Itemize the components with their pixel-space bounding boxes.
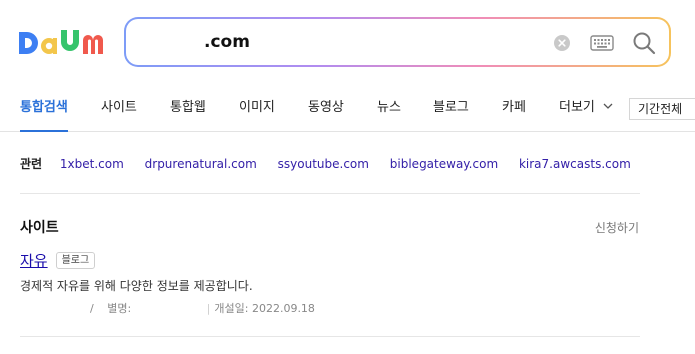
tab-blog[interactable]: 블로그 xyxy=(433,84,469,131)
related-searches: 관련 1xbet.com drpurenatural.com ssyoutube… xyxy=(20,155,648,173)
related-label: 관련 xyxy=(20,157,43,171)
opened-date: 개설일: 2022.09.18 xyxy=(214,302,315,315)
tab-image[interactable]: 이미지 xyxy=(239,84,275,131)
tab-more[interactable]: 더보기 xyxy=(559,84,613,131)
tab-integrated[interactable]: 통합검색 xyxy=(20,84,68,132)
search-icon[interactable] xyxy=(632,31,656,55)
clear-circle-icon[interactable] xyxy=(554,35,570,51)
related-link[interactable]: ssyoutube.com xyxy=(278,157,369,171)
alias-label: 별명: xyxy=(107,302,132,315)
result-title-row: 자유 블로그 xyxy=(20,250,96,270)
search-input[interactable] xyxy=(138,19,538,65)
meta-slash: / xyxy=(90,302,94,315)
result-description: 경제적 자유를 위해 다양한 정보를 제공합니다. xyxy=(20,279,253,293)
result-meta: / 별명: | 개설일: 2022.09.18 xyxy=(20,300,315,316)
search-box-inner xyxy=(126,19,669,65)
keyboard-icon[interactable] xyxy=(590,34,614,52)
related-link[interactable]: 1xbet.com xyxy=(60,157,124,171)
apply-link[interactable]: 신청하기 xyxy=(595,219,639,236)
tab-more-label: 더보기 xyxy=(559,100,595,115)
tab-video[interactable]: 동영상 xyxy=(308,84,344,131)
related-link[interactable]: drpurenatural.com xyxy=(145,157,257,171)
daum-logo[interactable] xyxy=(19,28,105,58)
tab-news[interactable]: 뉴스 xyxy=(377,84,401,131)
section-title-site: 사이트 xyxy=(20,220,59,236)
divider xyxy=(20,193,640,194)
meta-separator: | xyxy=(206,302,211,315)
period-select[interactable]: 기간전체 xyxy=(629,98,695,120)
result-title-link[interactable]: 자유 xyxy=(20,252,48,270)
related-link[interactable]: biblegateway.com xyxy=(390,157,498,171)
tab-web[interactable]: 통합웹 xyxy=(170,84,206,131)
blog-badge: 블로그 xyxy=(55,252,96,269)
divider xyxy=(20,336,640,337)
related-link[interactable]: kira7.awcasts.com xyxy=(519,157,631,171)
tab-site[interactable]: 사이트 xyxy=(101,84,137,131)
search-tabs: 통합검색 사이트 통합웹 이미지 동영상 뉴스 블로그 카페 더보기 기간전체 xyxy=(0,84,695,132)
search-box xyxy=(124,17,671,67)
chevron-down-icon xyxy=(603,103,613,109)
tab-cafe[interactable]: 카페 xyxy=(502,84,526,131)
